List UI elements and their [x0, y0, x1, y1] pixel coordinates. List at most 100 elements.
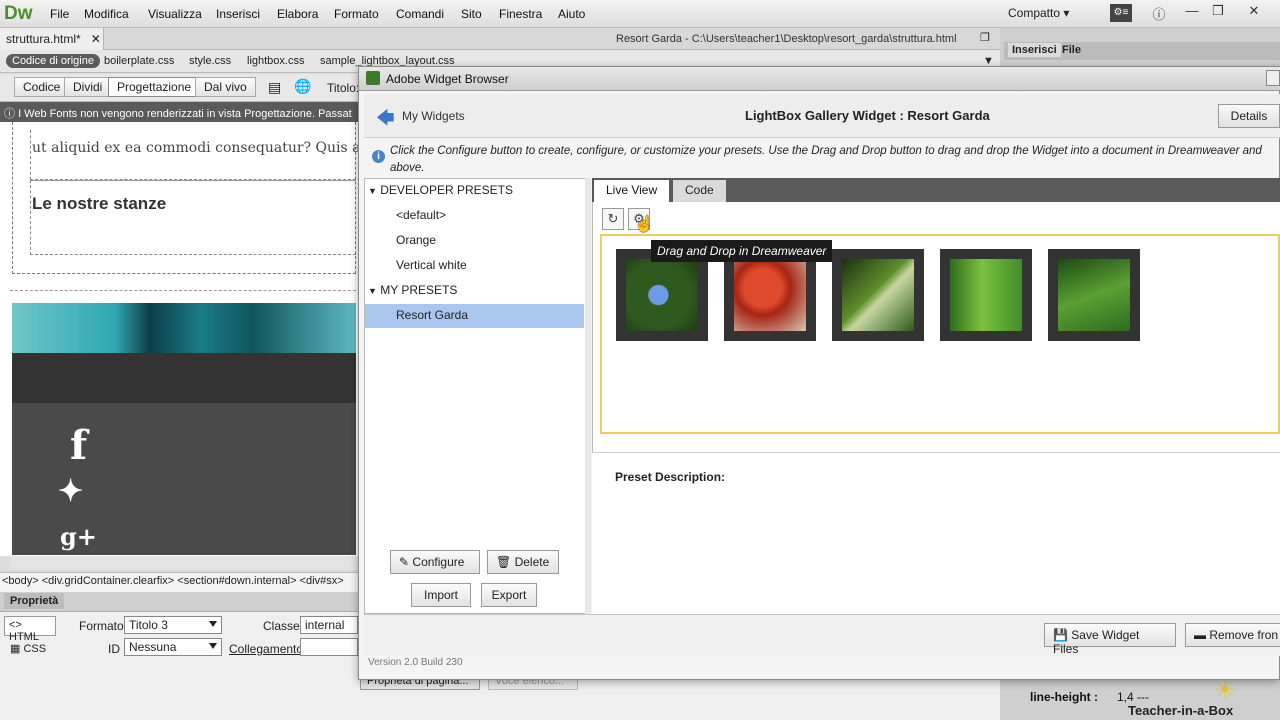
preset-item-selected[interactable]: Resort Garda — [396, 308, 468, 322]
formato-value: Titolo 3 — [129, 618, 168, 632]
divider — [10, 290, 356, 291]
remove-button[interactable]: ▬ Remove fron — [1185, 623, 1280, 647]
source-code-badge[interactable]: Codice di origine — [6, 54, 100, 68]
line-height-value[interactable]: 1,4 --- — [1117, 690, 1149, 704]
close-tab-icon[interactable]: ✕ — [91, 32, 101, 46]
header-pool-image — [12, 303, 356, 353]
workspace-switcher[interactable]: Compatto ▾ — [1008, 6, 1069, 20]
gallery-thumb[interactable] — [940, 249, 1032, 341]
gallery-thumb[interactable] — [724, 249, 816, 341]
my-presets-group[interactable]: ▼ MY PRESETS — [368, 283, 457, 297]
gallery-thumb[interactable] — [832, 249, 924, 341]
thumb-image — [1058, 259, 1130, 331]
info-icon: i — [372, 150, 385, 163]
configure-button[interactable]: ✎ Configure — [390, 550, 480, 574]
tab-insert[interactable]: Inserisci — [1008, 43, 1061, 57]
menu-elabora[interactable]: Elabora — [277, 7, 318, 21]
teacher-logo-icon: ☀ — [1214, 677, 1236, 704]
preset-description-label: Preset Description: — [615, 470, 726, 484]
google-plus-icon[interactable]: g+ — [60, 522, 97, 551]
twitter-icon[interactable]: ✦ — [58, 474, 83, 509]
related-file[interactable]: style.css — [189, 55, 231, 67]
my-widgets-link[interactable]: My Widgets — [402, 109, 465, 123]
info-icon: ⓘ — [4, 108, 15, 120]
menu-formato[interactable]: Formato — [334, 7, 379, 21]
close-icon[interactable]: ✕ — [1240, 3, 1268, 21]
help-icon[interactable]: ⓘ — [1148, 4, 1170, 22]
restore-doc-icon[interactable]: ❐ — [980, 31, 990, 44]
import-button[interactable]: Import — [411, 583, 471, 607]
remove-label: Remove fron — [1209, 628, 1279, 642]
menu-modifica[interactable]: Modifica — [84, 7, 129, 21]
id-value: Nessuna — [129, 640, 177, 654]
classe-label: Classe — [263, 619, 300, 633]
css-icon: ▦ — [10, 643, 21, 655]
collegamento-label: Collegamento — [229, 642, 304, 656]
widget-browser-title: Adobe Widget Browser — [386, 72, 509, 86]
design-heading[interactable]: Le nostre stanze — [32, 194, 166, 214]
menu-aiuto[interactable]: Aiuto — [558, 7, 585, 21]
menu-inserisci[interactable]: Inserisci — [216, 7, 260, 21]
properties-tab[interactable]: Proprietà — [4, 593, 65, 609]
id-select[interactable]: Nessuna — [124, 638, 222, 656]
window-button[interactable] — [1266, 70, 1280, 86]
thumb-image — [842, 259, 914, 331]
tab-live-view[interactable]: Live View — [594, 180, 670, 202]
preset-item[interactable]: Vertical white — [396, 258, 467, 272]
restore-icon[interactable]: ❐ — [1204, 3, 1232, 21]
back-arrow-icon[interactable]: 🡄 — [376, 106, 395, 136]
collegamento-input[interactable] — [300, 638, 358, 656]
multiscreen-icon[interactable]: ▤ — [268, 79, 281, 96]
menu-finestra[interactable]: Finestra — [499, 7, 542, 21]
drag-drop-tooltip: Drag and Drop in Dreamweaver — [651, 240, 833, 262]
refresh-icon[interactable]: ↻ — [602, 208, 624, 230]
design-paragraph[interactable]: ut aliquid ex ea commodi consequatur? Qu… — [32, 140, 369, 156]
pane-splitter[interactable] — [585, 178, 591, 614]
formato-select[interactable]: Titolo 3 — [124, 616, 222, 634]
menu-comandi[interactable]: Comandi — [396, 7, 444, 21]
preset-item[interactable]: <default> — [396, 208, 446, 222]
menu-sito[interactable]: Sito — [461, 7, 482, 21]
title-label: Titolo: — [327, 81, 360, 95]
menu-file[interactable]: File — [50, 7, 69, 21]
notice-text: I Web Fonts non vengono renderizzati in … — [18, 108, 352, 120]
widget-browser-app-icon — [366, 71, 380, 85]
details-button[interactable]: Details — [1218, 104, 1280, 128]
view-design-button[interactable]: Progettazione — [108, 77, 201, 97]
html-mode-button[interactable]: <> HTML — [4, 616, 56, 643]
css-mode-button[interactable]: ▦ CSS — [10, 642, 46, 655]
gallery-thumb[interactable] — [616, 249, 708, 341]
configure-label: Configure — [412, 555, 465, 569]
classe-select[interactable]: internal — [300, 616, 358, 634]
chevron-down-icon — [209, 643, 217, 649]
save-widget-files-button[interactable]: 💾 Save Widget Files — [1044, 623, 1176, 656]
menu-visualizza[interactable]: Visualizza — [148, 7, 202, 21]
export-button[interactable]: Export — [481, 583, 537, 607]
view-split-button[interactable]: Dividi — [64, 77, 112, 97]
view-live-button[interactable]: Dal vivo — [195, 77, 256, 97]
tab-code[interactable]: Code — [673, 180, 726, 202]
formato-label: Formato — [79, 619, 124, 633]
gallery-thumb[interactable] — [1048, 249, 1140, 341]
related-file[interactable]: lightbox.css — [247, 55, 304, 67]
sync-settings-icon[interactable]: ⚙≡ — [1110, 4, 1132, 22]
tag-selector[interactable]: <body> <div.gridContainer.clearfix> <sec… — [0, 572, 358, 592]
minimize-icon[interactable]: — — [1178, 3, 1206, 21]
my-presets-label: MY PRESETS — [380, 283, 458, 297]
globe-icon[interactable]: 🌐 — [294, 78, 311, 95]
dreamweaver-logo: Dw — [4, 3, 33, 24]
heading-block — [30, 180, 356, 255]
chevron-down-icon: ▾ — [1063, 6, 1070, 20]
facebook-icon[interactable]: f — [70, 422, 87, 469]
view-code-button[interactable]: Codice — [14, 77, 70, 97]
developer-presets-group[interactable]: ▼ DEVELOPER PRESETS — [368, 183, 513, 197]
related-file[interactable]: boilerplate.css — [104, 55, 174, 67]
delete-button[interactable]: 🗑 Delete — [487, 550, 559, 574]
line-height-label: line-height : — [1030, 690, 1098, 704]
triangle-down-icon: ▼ — [368, 286, 377, 296]
id-label: ID — [108, 642, 120, 656]
horizontal-scrollbar[interactable] — [10, 556, 358, 570]
preset-item[interactable]: Orange — [396, 233, 436, 247]
tab-files[interactable]: File — [1058, 43, 1085, 57]
document-tab[interactable]: struttura.html* ✕ — [0, 28, 104, 50]
